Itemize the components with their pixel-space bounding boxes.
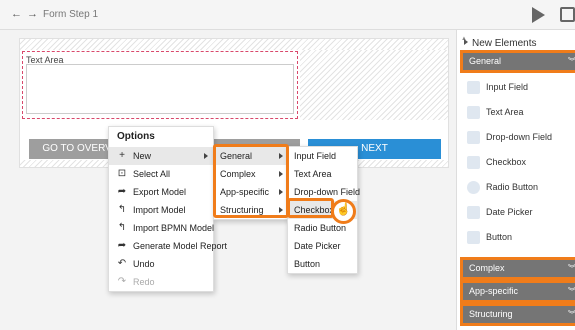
options-context-menu: Options + New ⊡ Select All ➦ Export Model ↰… [108, 126, 227, 292]
element-label: Radio Button [294, 223, 347, 233]
redo-icon: ↷ [117, 276, 127, 287]
menu-item-label: Select All [133, 169, 171, 179]
menu-item-label: Import BPMN Model [133, 223, 215, 233]
submenu-arrow-icon [204, 153, 208, 159]
expand-triangle-icon [464, 39, 468, 45]
menu-item-import-bpmn-model[interactable]: ↰ Import BPMN Model [109, 219, 215, 237]
hand-pointer-icon: ☝ [336, 202, 351, 216]
element-date-picker[interactable]: Date Picker [288, 237, 357, 255]
edit-icon[interactable] [560, 7, 575, 22]
menu-item-export-model[interactable]: ➦ Export Model [109, 183, 213, 201]
reply-icon: ↰ [117, 222, 127, 233]
section-label: Complex [469, 263, 505, 273]
menu-item-label: Redo [133, 277, 155, 287]
highlight-checkbox-item [287, 198, 334, 218]
sidebar-item-button[interactable]: Button [467, 228, 512, 246]
sidebar-item-label: Date Picker [486, 207, 533, 217]
text-area-icon [467, 106, 480, 120]
menu-item-undo[interactable]: ↶ Undo [109, 255, 213, 273]
chevron-down-icon: ︾ [568, 283, 575, 300]
sidebar-item-label: Checkbox [486, 157, 527, 167]
section-complex[interactable]: Complex ︾ [460, 257, 575, 280]
reply-icon: ↰ [117, 204, 127, 215]
sidebar-item-label: Radio Button [486, 182, 539, 192]
share-icon: ➦ [117, 186, 127, 197]
chevron-down-icon: ︾ [568, 260, 575, 277]
chevron-down-icon: ︾ [568, 53, 575, 70]
menu-item-new[interactable]: + New [109, 147, 213, 165]
button-icon [467, 231, 480, 245]
menu-item-select-all[interactable]: ⊡ Select All [109, 165, 213, 183]
undo-icon: ↶ [117, 258, 127, 269]
textarea-element[interactable]: Text Area [22, 51, 298, 119]
section-structuring[interactable]: Structuring ︾ [460, 303, 575, 326]
sidebar-item-checkbox[interactable]: Checkbox [467, 153, 526, 171]
menu-item-label: New [133, 151, 152, 161]
section-label: General [469, 56, 502, 66]
checkbox-icon [467, 156, 480, 170]
sidebar-title[interactable]: New Elements [464, 38, 536, 49]
element-label: Date Picker [294, 241, 341, 251]
sidebar-item-text-area[interactable]: Text Area [467, 103, 524, 121]
chevron-down-icon: ︾ [568, 306, 575, 323]
section-label: Structuring [469, 309, 513, 319]
textarea-input[interactable] [26, 64, 294, 114]
sidebar-item-radio-button[interactable]: Radio Button [467, 178, 538, 196]
options-menu-title: Options [109, 127, 213, 147]
top-bar: ← → Form Step 1 [0, 0, 575, 30]
menu-item-label: Generate Model Report [133, 241, 228, 251]
menu-item-label: Undo [133, 259, 155, 269]
back-forward-arrows-icon[interactable]: ← → [11, 8, 39, 20]
element-label: Text Area [294, 169, 332, 179]
section-app-specific[interactable]: App-specific ︾ [460, 280, 575, 303]
input-field-icon [467, 81, 480, 95]
sidebar-item-label: Input Field [486, 82, 529, 92]
section-general[interactable]: General ︾ [460, 50, 575, 73]
menu-item-import-model[interactable]: ↰ Import Model [109, 201, 213, 219]
hatch-right [300, 50, 448, 120]
share-icon: ➦ [117, 240, 127, 251]
menu-item-label: Export Model [133, 187, 187, 197]
element-button[interactable]: Button [288, 255, 357, 273]
page-title: Form Step 1 [43, 9, 99, 20]
sidebar-item-drop-down-field[interactable]: Drop-down Field [467, 128, 552, 146]
hatch-top [20, 39, 448, 50]
sidebar-item-date-picker[interactable]: Date Picker [467, 203, 533, 221]
element-label: Input Field [294, 151, 337, 161]
menu-item-generate-model-report[interactable]: ➦ Generate Model Report [109, 237, 227, 255]
menu-item-label: Import Model [133, 205, 186, 215]
element-label: Button [294, 259, 321, 269]
menu-item-redo: ↷ Redo [109, 273, 213, 291]
section-label: App-specific [469, 286, 519, 296]
radio-button-icon [467, 181, 480, 195]
drop-down-icon [467, 131, 480, 145]
element-text-area[interactable]: Text Area [288, 165, 357, 183]
calendar-icon [467, 206, 480, 220]
element-input-field[interactable]: Input Field [288, 147, 357, 165]
plus-icon: + [119, 150, 125, 161]
element-label: Drop-down Field [294, 187, 361, 197]
sidebar-item-label: Text Area [486, 107, 524, 117]
sidebar-item-input-field[interactable]: Input Field [467, 78, 528, 96]
new-elements-sidebar: ▲ New Elements General︾ Input Field Text… [456, 30, 575, 330]
sidebar-item-label: Button [486, 232, 513, 242]
sidebar-title-label: New Elements [472, 38, 537, 49]
select-all-icon: ⊡ [117, 168, 127, 179]
sidebar-item-label: Drop-down Field [486, 132, 553, 142]
highlight-new-submenu-general [213, 144, 289, 218]
play-icon[interactable] [532, 7, 545, 23]
